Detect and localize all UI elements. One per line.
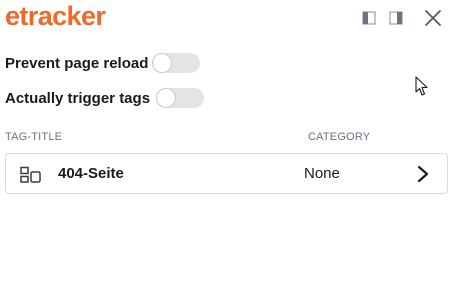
toggle-knob [153,54,172,72]
trigger-tags-label: Actually trigger tags [5,89,151,107]
table-row[interactable]: 404-Seite None [5,153,448,194]
tag-title: 404-Seite [58,165,124,182]
dock-right-icon[interactable] [388,10,404,26]
toggle-knob [157,89,176,107]
tag-category: None [304,165,340,182]
column-header-tag-title: TAG-TITLE [5,131,63,143]
trigger-tags-toggle[interactable] [156,88,205,108]
column-header-category: CATEGORY [308,131,371,143]
prevent-reload-setting: Prevent page reload [5,53,201,73]
trigger-tags-setting: Actually trigger tags [5,88,205,108]
tag-layout-icon [20,166,41,183]
chevron-right-icon[interactable] [416,165,430,183]
etracker-logo: etracker [5,1,106,31]
mouse-cursor-icon [415,76,428,96]
close-icon[interactable] [424,9,442,27]
prevent-reload-toggle[interactable] [152,53,201,73]
dock-left-icon[interactable] [361,10,377,26]
prevent-reload-label: Prevent page reload [5,54,149,72]
